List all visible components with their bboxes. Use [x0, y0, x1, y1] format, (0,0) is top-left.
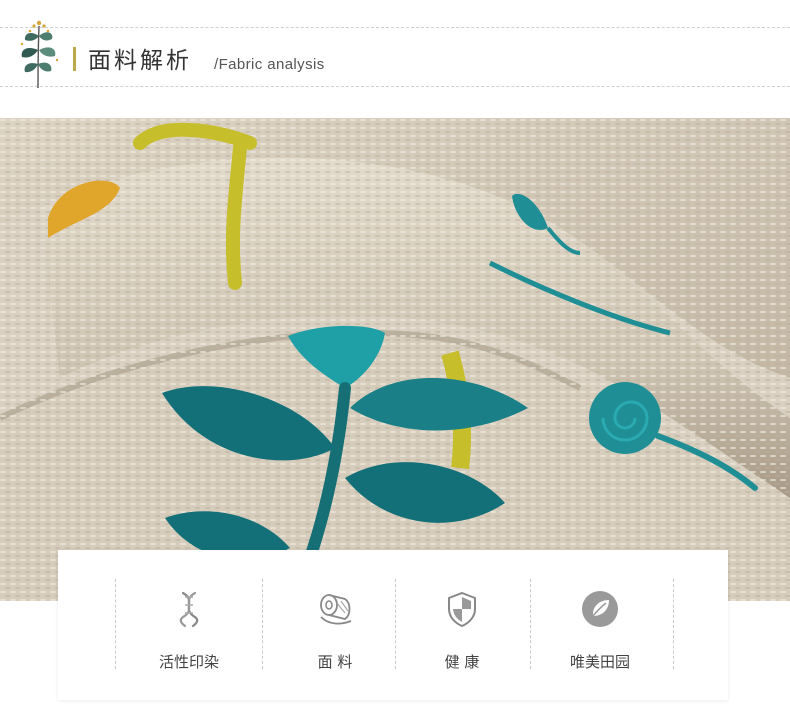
top-divider	[0, 27, 790, 28]
leaf-circle-icon	[582, 591, 618, 627]
shield-icon	[448, 591, 476, 628]
section-subtitle: /Fabric analysis	[214, 56, 325, 73]
fabric-photo	[0, 118, 790, 601]
features-card: 活性印染 面 料 健 康 唯美田园	[58, 550, 728, 700]
feature-health: 健 康	[389, 579, 535, 671]
dna-icon	[179, 591, 199, 628]
plant-logo-icon	[20, 20, 59, 89]
feature-divider	[673, 579, 674, 669]
feature-pastoral: 唯美田园	[527, 579, 673, 671]
feature-label: 活性印染	[158, 653, 219, 671]
fabric-roll-icon	[320, 594, 352, 625]
feature-label: 健 康	[444, 653, 480, 671]
section-title: 面料解析	[88, 48, 192, 74]
feature-reactive-dyeing: 活性印染	[116, 579, 262, 671]
title-accent-bar	[73, 47, 76, 71]
section-header: 面料解析 /Fabric analysis	[0, 0, 790, 118]
feature-label: 面 料	[317, 653, 353, 671]
bottom-divider	[0, 86, 790, 87]
feature-label: 唯美田园	[569, 653, 630, 671]
feature-fabric: 面 料	[262, 579, 408, 671]
